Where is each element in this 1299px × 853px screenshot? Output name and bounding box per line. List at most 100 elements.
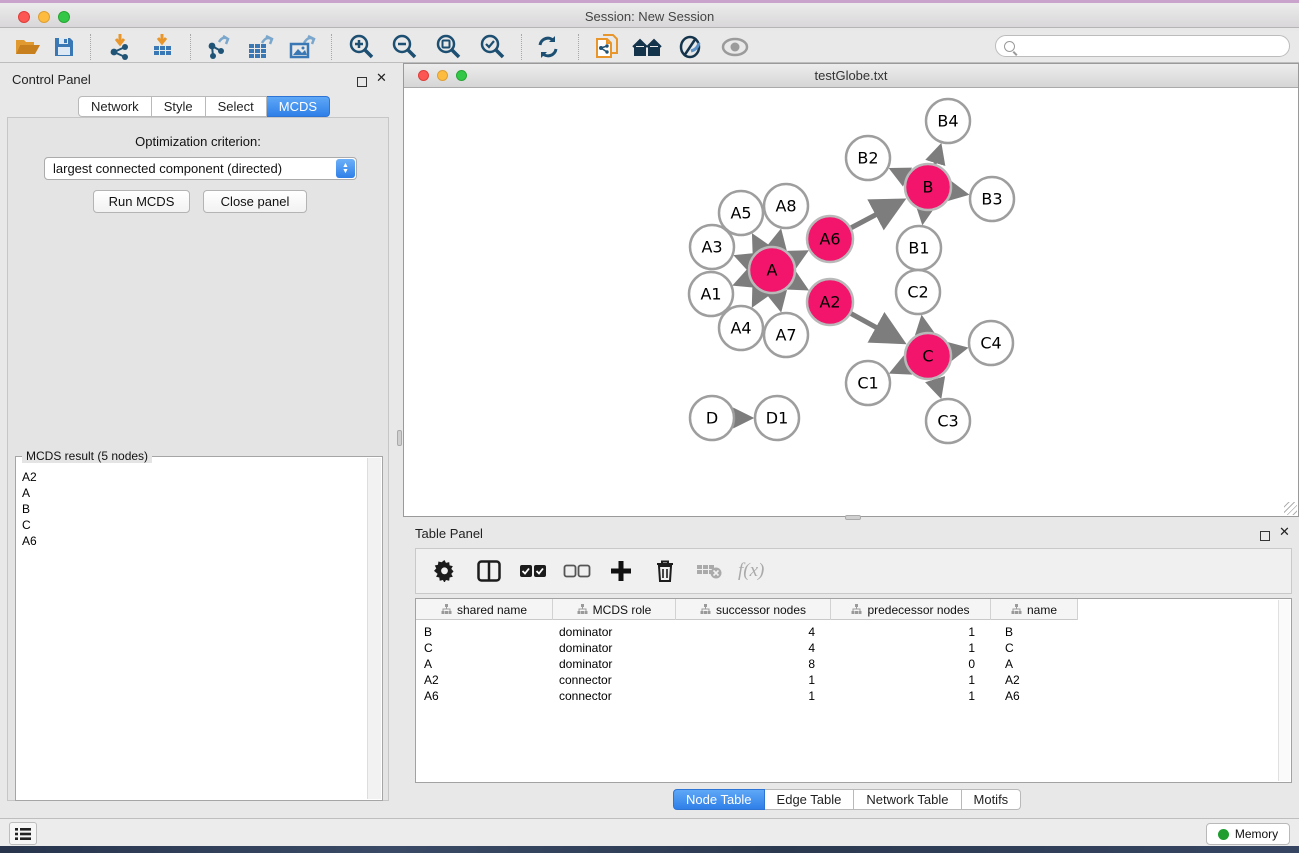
export-image-icon[interactable]	[286, 33, 318, 61]
tab-node-table[interactable]: Node Table	[673, 789, 765, 810]
cell-successor_nodes[interactable]: 4	[676, 624, 815, 640]
cell-mcds_role[interactable]: dominator	[559, 640, 612, 656]
edge-C-C2[interactable]	[922, 318, 924, 332]
deselect-all-icon[interactable]	[562, 556, 592, 586]
cell-predecessor_nodes[interactable]: 1	[831, 624, 975, 640]
delete-table-icon[interactable]	[694, 556, 724, 586]
cell-predecessor_nodes[interactable]: 1	[831, 640, 975, 656]
cell-name[interactable]: A6	[1005, 688, 1020, 704]
edge-A6-B[interactable]	[851, 202, 900, 228]
edge-B-B4[interactable]	[935, 147, 940, 164]
edge-A-A7[interactable]	[777, 293, 780, 308]
mcds-result-item[interactable]: C	[22, 517, 366, 533]
edge-B-B1[interactable]	[923, 211, 925, 222]
open-session-icon[interactable]	[12, 33, 44, 61]
edge-A2-C[interactable]	[851, 314, 901, 341]
split-view-icon[interactable]	[474, 556, 504, 586]
column-header-name[interactable]: name	[991, 599, 1078, 620]
cell-mcds_role[interactable]: dominator	[559, 656, 612, 672]
clone-network-icon[interactable]	[592, 33, 624, 61]
zoom-fit-icon[interactable]	[432, 33, 464, 61]
cell-mcds_role[interactable]: dominator	[559, 624, 612, 640]
table-header-row[interactable]: shared nameMCDS rolesuccessor nodesprede…	[416, 599, 1078, 620]
zoom-selected-icon[interactable]	[476, 33, 508, 61]
tab-network[interactable]: Network	[78, 96, 152, 117]
table-settings-icon[interactable]	[430, 556, 460, 586]
mcds-result-scrollbar[interactable]	[367, 458, 381, 799]
tab-edge-table[interactable]: Edge Table	[765, 789, 855, 810]
task-history-button[interactable]	[9, 822, 37, 845]
run-mcds-button[interactable]: Run MCDS	[93, 190, 190, 213]
delete-columns-icon[interactable]	[650, 556, 680, 586]
function-builder-icon[interactable]: f(x)	[738, 560, 764, 582]
cell-predecessor_nodes[interactable]: 0	[831, 656, 975, 672]
cell-name[interactable]: A	[1005, 656, 1013, 672]
import-table-icon[interactable]	[146, 33, 178, 61]
edge-A-A6[interactable]	[793, 252, 805, 259]
cell-shared_name[interactable]: C	[424, 640, 433, 656]
network-window-title-bar[interactable]: testGlobe.txt	[404, 64, 1298, 88]
tab-style[interactable]: Style	[152, 96, 206, 117]
hide-graphics-details-icon[interactable]	[674, 33, 706, 61]
cell-shared_name[interactable]: B	[424, 624, 432, 640]
tab-network-table[interactable]: Network Table	[854, 789, 961, 810]
vertical-split-handle[interactable]	[397, 430, 402, 446]
reset-view-icon[interactable]	[631, 33, 663, 61]
export-table-icon[interactable]	[244, 33, 276, 61]
mcds-result-list[interactable]: A2ABCA6	[18, 465, 366, 798]
tab-motifs[interactable]: Motifs	[962, 789, 1022, 810]
edge-A-A2[interactable]	[793, 282, 806, 289]
cell-successor_nodes[interactable]: 1	[676, 672, 815, 688]
edge-A-A1[interactable]	[736, 279, 750, 284]
mcds-result-item[interactable]: A2	[22, 469, 366, 485]
add-column-icon[interactable]	[606, 556, 636, 586]
cell-successor_nodes[interactable]: 4	[676, 640, 815, 656]
edge-A-A4[interactable]	[754, 291, 761, 304]
cell-shared_name[interactable]: A2	[424, 672, 439, 688]
edge-B-B3[interactable]	[952, 191, 966, 194]
cell-name[interactable]: C	[1005, 640, 1014, 656]
network-canvas[interactable]: B4B2BB3A8A5A6A3B1AC2A1A2A4A7C4CC1DD1C3	[404, 89, 1298, 517]
edge-A-A5[interactable]	[754, 237, 761, 249]
column-header-successor-nodes[interactable]: successor nodes	[676, 599, 831, 620]
edge-C-C4[interactable]	[952, 348, 965, 351]
select-all-icon[interactable]	[518, 556, 548, 586]
import-network-icon[interactable]	[104, 33, 136, 61]
cell-mcds_role[interactable]: connector	[559, 688, 612, 704]
mcds-result-item[interactable]: A6	[22, 533, 366, 549]
tab-select[interactable]: Select	[206, 96, 267, 117]
zoom-out-icon[interactable]	[388, 33, 420, 61]
cell-shared_name[interactable]: A6	[424, 688, 439, 704]
close-panel-button[interactable]: Close panel	[203, 190, 307, 213]
export-network-icon[interactable]	[202, 33, 234, 61]
memory-button[interactable]: Memory	[1206, 823, 1290, 845]
mcds-result-item[interactable]: B	[22, 501, 366, 517]
search-input[interactable]	[995, 35, 1290, 57]
edge-A-A3[interactable]	[737, 257, 750, 262]
cell-mcds_role[interactable]: connector	[559, 672, 612, 688]
edge-A-A8[interactable]	[777, 232, 780, 246]
cell-predecessor_nodes[interactable]: 1	[831, 688, 975, 704]
save-session-icon[interactable]	[48, 33, 80, 61]
cell-name[interactable]: A2	[1005, 672, 1020, 688]
close-panel-icon[interactable]: ✕	[376, 73, 387, 83]
cell-name[interactable]: B	[1005, 624, 1013, 640]
mcds-result-item[interactable]: A	[22, 485, 366, 501]
column-header-shared-name[interactable]: shared name	[416, 599, 553, 620]
edge-B-B2[interactable]	[892, 170, 906, 177]
cell-successor_nodes[interactable]: 1	[676, 688, 815, 704]
float-panel-icon[interactable]	[357, 74, 367, 92]
refresh-icon[interactable]	[532, 33, 564, 61]
column-header-MCDS-role[interactable]: MCDS role	[553, 599, 676, 620]
cell-predecessor_nodes[interactable]: 1	[831, 672, 975, 688]
table-float-panel-icon[interactable]	[1260, 528, 1270, 546]
cell-shared_name[interactable]: A	[424, 656, 432, 672]
optimization-criterion-select[interactable]: largest connected component (directed) ▲…	[44, 157, 357, 180]
edge-C-C3[interactable]	[935, 379, 940, 395]
table-scrollbar[interactable]	[1278, 600, 1290, 781]
zoom-in-icon[interactable]	[345, 33, 377, 61]
network-resize-grip[interactable]	[1284, 502, 1297, 515]
edge-C-C1[interactable]	[892, 366, 906, 372]
show-hide-eye-icon[interactable]	[719, 33, 751, 61]
column-header-predecessor-nodes[interactable]: predecessor nodes	[831, 599, 991, 620]
